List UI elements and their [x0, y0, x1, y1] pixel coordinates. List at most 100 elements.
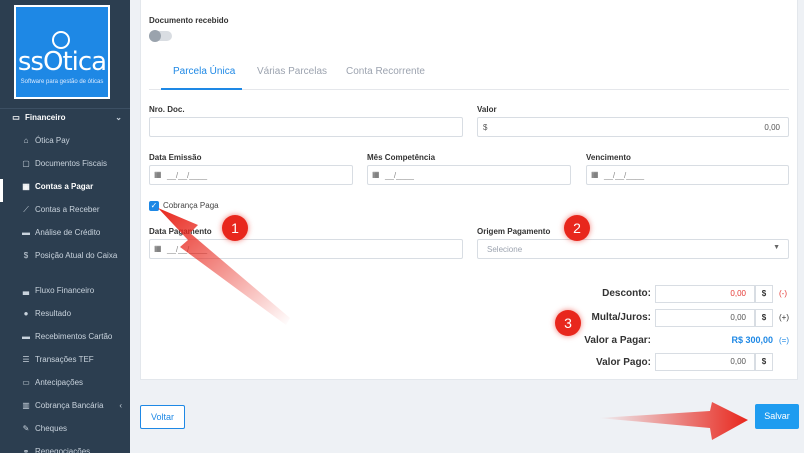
- desconto-sign: (-): [779, 289, 787, 298]
- sidebar-item-4[interactable]: ⟋ Contas a Receber: [0, 202, 130, 225]
- valor-a-pagar-value: R$ 300,00: [731, 335, 773, 345]
- edit-icon: ✎: [22, 424, 30, 433]
- sidebar-item-label: Contas a Receber: [35, 205, 100, 214]
- sidebar-item-label: Cobrança Bancária: [35, 401, 104, 410]
- valor-value: 0,00: [764, 123, 780, 132]
- multa-juros-currency: $: [755, 309, 773, 327]
- sidebar-item-8[interactable]: ● Resultado: [0, 306, 130, 329]
- dollar-icon: $: [23, 251, 29, 260]
- sidebar-item-2[interactable]: ▢ Documentos Fiscais: [0, 156, 130, 179]
- sidebar-item-7[interactable]: ▃ Fluxo Financeiro: [0, 283, 130, 306]
- vencimento-input[interactable]: ▦ __/__/____: [586, 165, 789, 185]
- tab-varias-parcelas[interactable]: Várias Parcelas: [257, 66, 327, 77]
- origem-pagamento-label: Origem Pagamento: [477, 227, 551, 236]
- sidebar-item-label: Recebimentos Cartão: [35, 332, 113, 341]
- data-emissao-input[interactable]: ▦ __/__/____: [149, 165, 353, 185]
- origem-pagamento-placeholder: Selecione: [487, 245, 523, 254]
- annotation-badge-2: 2: [564, 215, 590, 241]
- multa-juros-input[interactable]: 0,00: [655, 309, 755, 327]
- cobranca-paga-checkbox[interactable]: ✓: [149, 201, 159, 211]
- sidebar-menu: ▭ Financeiro ⌄ ⌂ Ótica Pay ▢ Documentos Fiscai…: [0, 110, 130, 453]
- documento-recebido-label: Documento recebido: [149, 16, 229, 25]
- valor-pago-currency: $: [755, 353, 773, 371]
- calendar-icon: ▦: [154, 244, 162, 253]
- chevron-down-icon: ▼: [773, 244, 780, 251]
- data-pagamento-label: Data Pagamento: [149, 227, 212, 236]
- sidebar-item-6[interactable]: $ Posição Atual do Caixa: [0, 248, 130, 283]
- sidebar-item-0[interactable]: ▭ Financeiro ⌄: [0, 110, 130, 133]
- line-chart-icon: ⟋: [23, 205, 29, 214]
- vencimento-label: Vencimento: [586, 153, 631, 162]
- sidebar-divider: [0, 108, 130, 109]
- calendar-icon: ▦: [591, 170, 599, 179]
- sidebar-item-label: Resultado: [35, 309, 72, 318]
- vencimento-placeholder: __/__/____: [604, 171, 645, 180]
- sidebar-item-label: Cheques: [35, 424, 68, 433]
- chevron-left-icon: ‹: [119, 401, 122, 410]
- logo-text: ssOtica: [17, 47, 107, 77]
- sidebar-item-label: Ótica Pay: [35, 136, 70, 145]
- data-emissao-label: Data Emissão: [149, 153, 202, 162]
- desconto-input[interactable]: 0,00: [655, 285, 755, 303]
- valor-input[interactable]: $ 0,00: [477, 117, 789, 137]
- sidebar-item-12[interactable]: ▥ Cobrança Bancária ‹: [0, 398, 130, 421]
- sidebar-item-label: Transações TEF: [35, 355, 94, 364]
- multa-juros-sign: (+): [779, 313, 789, 322]
- valor-a-pagar-label: Valor a Pagar:: [584, 335, 651, 346]
- handshake-icon: ⚭: [22, 447, 30, 453]
- cobranca-paga-label: Cobrança Paga: [163, 201, 219, 210]
- tab-parcela-unica[interactable]: Parcela Única: [173, 66, 235, 77]
- card-icon: ▬: [22, 332, 30, 341]
- sidebar-item-label: Antecipações: [35, 378, 84, 387]
- list-icon: ☰: [22, 355, 30, 364]
- valor-pago-input[interactable]: 0,00: [655, 353, 755, 371]
- sidebar-item-3[interactable]: ▦ Contas a Pagar: [0, 179, 130, 202]
- calendar-icon: ▦: [154, 170, 162, 179]
- money-icon: ▭: [12, 113, 20, 122]
- data-emissao-placeholder: __/__/____: [167, 171, 208, 180]
- sidebar-item-13[interactable]: ✎ Cheques: [0, 421, 130, 444]
- documento-recebido-toggle[interactable]: [149, 30, 172, 42]
- barcode-icon: ▥: [22, 401, 30, 410]
- pie-chart-icon: ●: [23, 309, 29, 318]
- salvar-button[interactable]: Salvar: [755, 404, 799, 429]
- sidebar-item-label: Fluxo Financeiro: [35, 286, 95, 295]
- sidebar-item-10[interactable]: ☰ Transações TEF: [0, 352, 130, 375]
- mes-competencia-placeholder: __/____: [385, 171, 414, 180]
- arrow-to-salvar: [598, 402, 748, 440]
- toggle-knob: [149, 30, 161, 42]
- chevron-down-icon: ⌄: [115, 113, 122, 122]
- nro-doc-label: Nro. Doc.: [149, 105, 185, 114]
- annotation-badge-3: 3: [555, 310, 581, 336]
- mes-competencia-input[interactable]: ▦ __/____: [367, 165, 571, 185]
- calculator-icon: ▦: [22, 182, 30, 191]
- data-pagamento-placeholder: __/__/____: [167, 245, 208, 254]
- sidebar-item-14[interactable]: ⚭ Renegociações: [0, 444, 130, 453]
- sidebar-item-9[interactable]: ▬ Recebimentos Cartão: [0, 329, 130, 352]
- mes-competencia-label: Mês Competência: [367, 153, 436, 162]
- sidebar-item-1[interactable]: ⌂ Ótica Pay: [0, 133, 130, 156]
- sidebar-item-5[interactable]: ▬ Análise de Crédito: [0, 225, 130, 248]
- ssotica-logo[interactable]: ssOtica Software para gestão de óticas: [14, 5, 110, 99]
- valor-a-pagar-sign: (=): [779, 336, 789, 345]
- document-icon: ▢: [22, 159, 30, 168]
- data-pagamento-input[interactable]: ▦ __/__/____: [149, 239, 463, 259]
- origem-pagamento-select[interactable]: Selecione ▼: [477, 239, 789, 259]
- valor-label: Valor: [477, 105, 497, 114]
- sidebar-item-label: Análise de Crédito: [35, 228, 101, 237]
- sidebar-item-label: Documentos Fiscais: [35, 159, 108, 168]
- sidebar-item-label: Renegociações: [35, 447, 91, 453]
- active-tab-indicator: [161, 88, 242, 90]
- bank-icon: ⌂: [23, 136, 29, 145]
- valor-prefix: $: [483, 123, 488, 132]
- tab-conta-recorrente[interactable]: Conta Recorrente: [346, 66, 425, 77]
- logo-subtitle: Software para gestão de óticas: [20, 79, 104, 85]
- card-icon: ▭: [22, 378, 30, 387]
- sidebar-item-11[interactable]: ▭ Antecipações: [0, 375, 130, 398]
- voltar-button[interactable]: Voltar: [140, 405, 185, 429]
- nro-doc-input[interactable]: [149, 117, 463, 137]
- sidebar-item-label: Contas a Pagar: [35, 182, 94, 191]
- id-card-icon: ▬: [22, 228, 30, 237]
- sidebar: ssOtica Software para gestão de óticas ▭…: [0, 0, 130, 453]
- area-chart-icon: ▃: [22, 286, 30, 295]
